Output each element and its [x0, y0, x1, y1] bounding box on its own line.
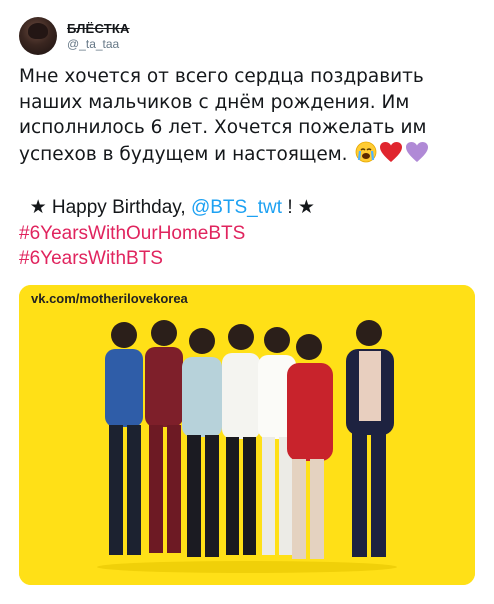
display-name[interactable]: БЛЁСТКА [67, 21, 130, 36]
photo-watermark: vk.com/motherilovekorea [31, 291, 188, 306]
tweet-line: исполнилось 6 лет. Хочется пожелать им [19, 117, 427, 138]
crying-face-icon [355, 141, 377, 171]
tweet-text: Мне хочется от всего сердца поздравить н… [19, 64, 479, 272]
group-photo-illustration [19, 285, 475, 585]
user-names: БЛЁСТКА @_ta_taa [67, 21, 130, 51]
birthday-suffix: ! ★ [287, 197, 315, 218]
birthday-line: ★ Happy Birthday, @BTS_twt ! ★ [19, 195, 479, 221]
tweet-line: успехов в будущем и настоящем. [19, 143, 348, 165]
avatar[interactable] [19, 17, 57, 55]
tweet-header: БЛЁСТКА @_ta_taa [19, 17, 130, 55]
red-heart-icon [379, 141, 403, 171]
birthday-prefix: ★ Happy Birthday, [29, 197, 186, 218]
tweet-line: Мне хочется от всего сердца поздравить [19, 66, 424, 87]
hashtag-link[interactable]: #6YearsWithBTS [19, 246, 479, 272]
hashtag-link[interactable]: #6YearsWithOurHomeBTS [19, 221, 479, 247]
mention-link[interactable]: @BTS_twt [191, 197, 282, 218]
user-handle[interactable]: @_ta_taa [67, 37, 130, 51]
purple-heart-icon [405, 141, 429, 171]
tweet-photo[interactable]: vk.com/motherilovekorea [19, 285, 475, 585]
tweet-line-with-emoji: успехов в будущем и настоящем. [19, 141, 479, 171]
tweet-line: наших мальчиков с днём рождения. Им [19, 91, 410, 113]
